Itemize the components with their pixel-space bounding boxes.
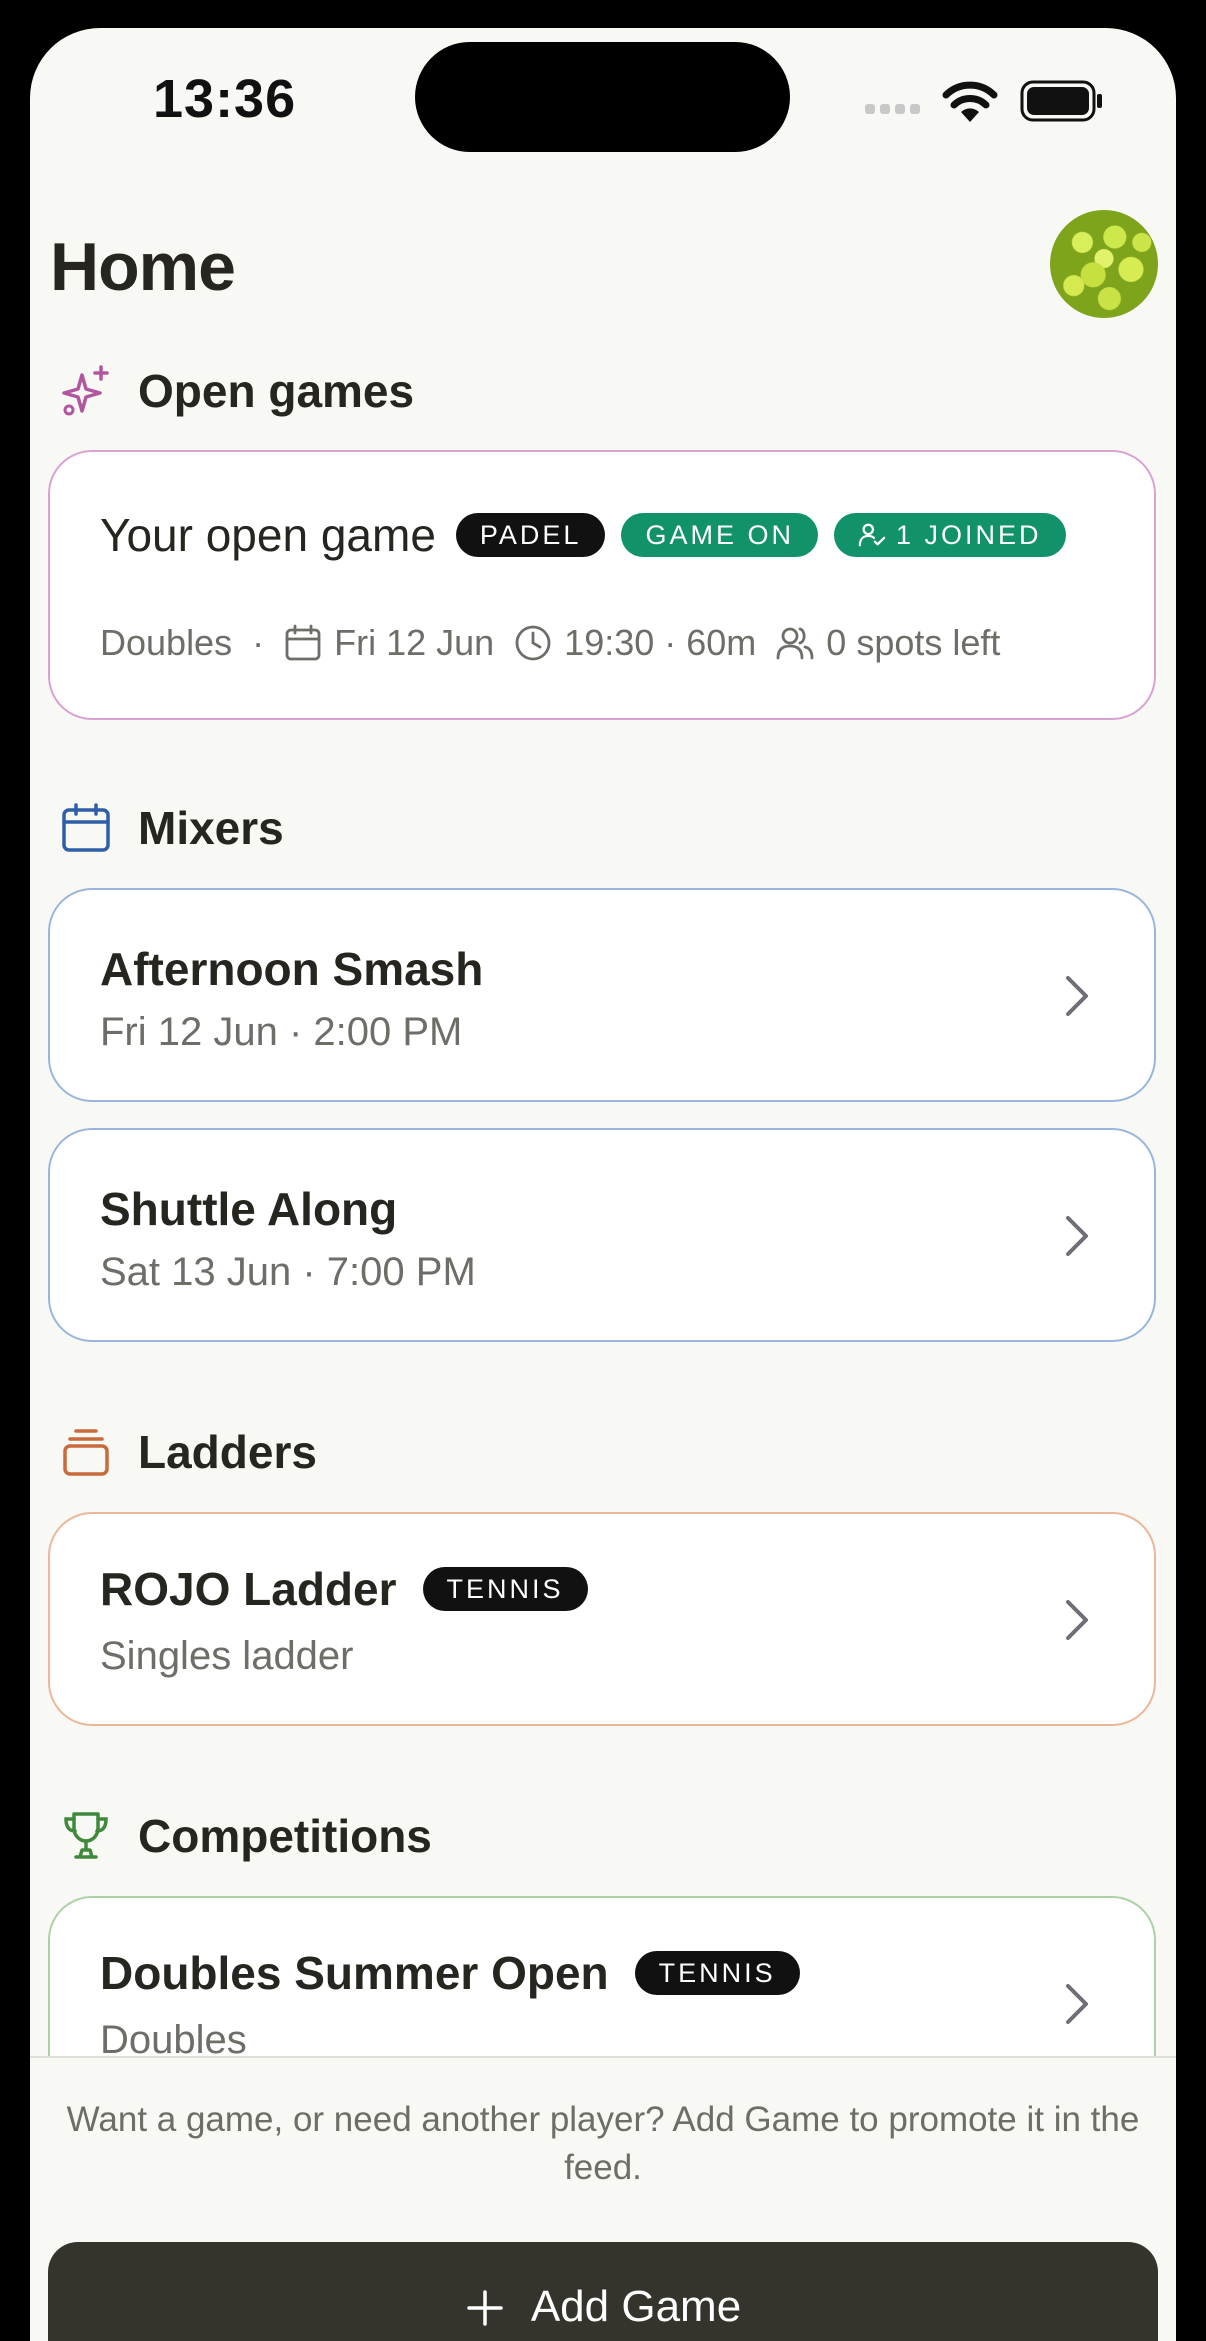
open-game-title: Your open game — [100, 509, 436, 561]
section-title: Ladders — [138, 1426, 317, 1478]
cellular-signal-icon — [865, 104, 920, 114]
meta-separator: · — [252, 622, 265, 663]
clock-icon — [515, 625, 551, 661]
page-title: Home — [50, 229, 236, 305]
plus-icon — [467, 2290, 503, 2326]
phone-frame: 13:36 Home Open games Your open game PAD… — [0, 0, 1206, 2341]
ladder-subtitle: Singles ladder — [100, 1634, 354, 1678]
section-title: Competitions — [138, 1810, 432, 1862]
section-open-games: Open games — [60, 364, 414, 418]
ladder-card[interactable]: ROJO Ladder TENNIS Singles ladder — [48, 1512, 1156, 1726]
status-badge: GAME ON — [621, 513, 818, 557]
chevron-right-icon — [1066, 1984, 1088, 2024]
joined-label: 1 JOINED — [895, 520, 1042, 550]
footer: Want a game, or need another player? Add… — [30, 2056, 1176, 2341]
user-check-icon — [858, 523, 886, 547]
section-title: Open games — [138, 365, 415, 417]
sparkles-icon — [62, 365, 109, 416]
section-competitions: Competitions — [60, 1809, 432, 1863]
trophy-icon — [64, 1812, 108, 1859]
mixer-subtitle: Fri 12 Jun · 2:00 PM — [100, 1010, 463, 1054]
mixer-subtitle: Sat 13 Jun · 7:00 PM — [100, 1250, 476, 1294]
sport-badge: TENNIS — [422, 1567, 588, 1611]
mixer-card[interactable]: Afternoon Smash Fri 12 Jun · 2:00 PM — [48, 888, 1156, 1102]
joined-badge: 1 JOINED — [833, 513, 1066, 557]
chevron-right-icon — [1066, 1600, 1088, 1640]
chevron-right-icon — [1066, 1216, 1088, 1256]
add-game-button[interactable]: Add Game — [48, 2242, 1158, 2341]
section-ladders: Ladders — [60, 1425, 317, 1479]
game-date: Fri 12 Jun — [334, 622, 495, 663]
game-format: Doubles — [100, 622, 233, 663]
users-icon — [776, 627, 814, 660]
sport-badge: TENNIS — [634, 1951, 800, 1995]
chevron-right-icon — [1066, 976, 1088, 1016]
game-time: 19:30 · 60m — [564, 622, 757, 663]
mixer-card[interactable]: Shuttle Along Sat 13 Jun · 7:00 PM — [48, 1128, 1156, 1342]
spots-left: 0 spots left — [826, 622, 1001, 663]
open-game-card[interactable]: Your open game PADEL GAME ON 1 JOINED Do… — [48, 450, 1156, 720]
mixer-title: Shuttle Along — [100, 1183, 398, 1235]
sport-badge: PADEL — [455, 513, 606, 557]
status-time: 13:36 — [153, 69, 297, 129]
section-title: Mixers — [138, 802, 284, 854]
footer-hint: Want a game, or need another player? Add… — [66, 2100, 1140, 2187]
stack-icon — [63, 1429, 109, 1476]
screen: 13:36 Home Open games Your open game PAD… — [30, 28, 1176, 2341]
dynamic-island — [415, 42, 790, 152]
calendar-icon — [62, 803, 110, 852]
add-game-label: Add Game — [530, 2282, 742, 2331]
battery-icon — [1020, 80, 1102, 122]
ladder-title: ROJO Ladder — [100, 1563, 397, 1615]
calendar-icon — [285, 624, 321, 661]
competition-title: Doubles Summer Open — [100, 1947, 609, 1999]
wifi-icon — [942, 81, 998, 122]
section-mixers: Mixers — [60, 801, 284, 855]
mixer-title: Afternoon Smash — [100, 943, 484, 995]
avatar[interactable] — [1050, 210, 1158, 318]
